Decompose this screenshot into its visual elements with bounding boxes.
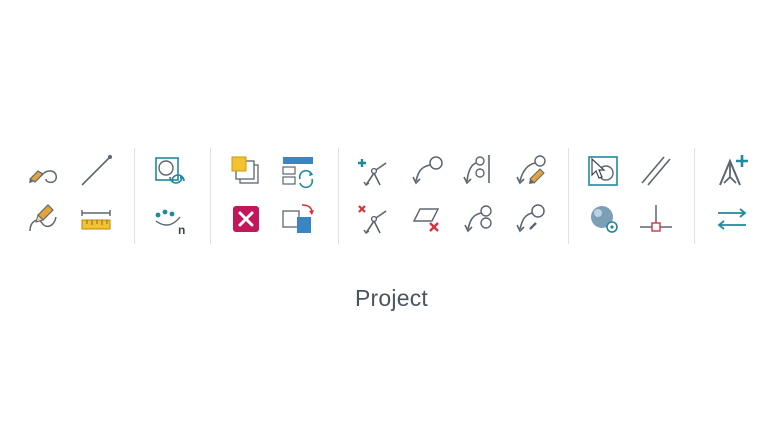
delete-x-icon[interactable] — [226, 201, 266, 237]
draw-line-icon[interactable] — [76, 153, 116, 189]
frame-refresh-icon[interactable] — [150, 153, 190, 189]
separator — [338, 148, 339, 244]
swap-arrows-icon[interactable] — [712, 201, 752, 237]
ruler-measure-icon[interactable] — [76, 201, 116, 237]
swap-frames-icon[interactable] — [278, 201, 318, 237]
delete-plane-icon[interactable] — [406, 201, 446, 237]
sphere-target-icon[interactable] — [584, 201, 624, 237]
remove-branch-icon[interactable] — [354, 201, 394, 237]
group-label: Project — [355, 285, 428, 311]
add-vertex-icon[interactable] — [712, 153, 752, 189]
parallel-lines-icon[interactable] — [636, 153, 676, 189]
separator — [568, 148, 569, 244]
svg-text:n: n — [178, 223, 185, 237]
node-join-icon[interactable] — [458, 201, 498, 237]
select-cursor-icon[interactable] — [584, 153, 624, 189]
node-split-icon[interactable] — [458, 153, 498, 189]
sketch-curve-icon[interactable] — [24, 153, 64, 189]
node-edit-icon[interactable] — [510, 153, 550, 189]
separator — [210, 148, 211, 244]
add-branch-icon[interactable] — [354, 153, 394, 189]
separator — [134, 148, 135, 244]
perpendicular-node-icon[interactable] — [636, 201, 676, 237]
separator — [694, 148, 695, 244]
project-ribbon-group: n — [0, 140, 783, 255]
node-arrow-icon[interactable] — [510, 201, 550, 237]
layout-refresh-icon[interactable] — [278, 153, 318, 189]
point-series-n-icon[interactable]: n — [150, 201, 190, 237]
edit-sketch-curve-icon[interactable] — [24, 201, 64, 237]
node-link-icon[interactable] — [406, 153, 446, 189]
copy-stack-icon[interactable] — [226, 153, 266, 189]
